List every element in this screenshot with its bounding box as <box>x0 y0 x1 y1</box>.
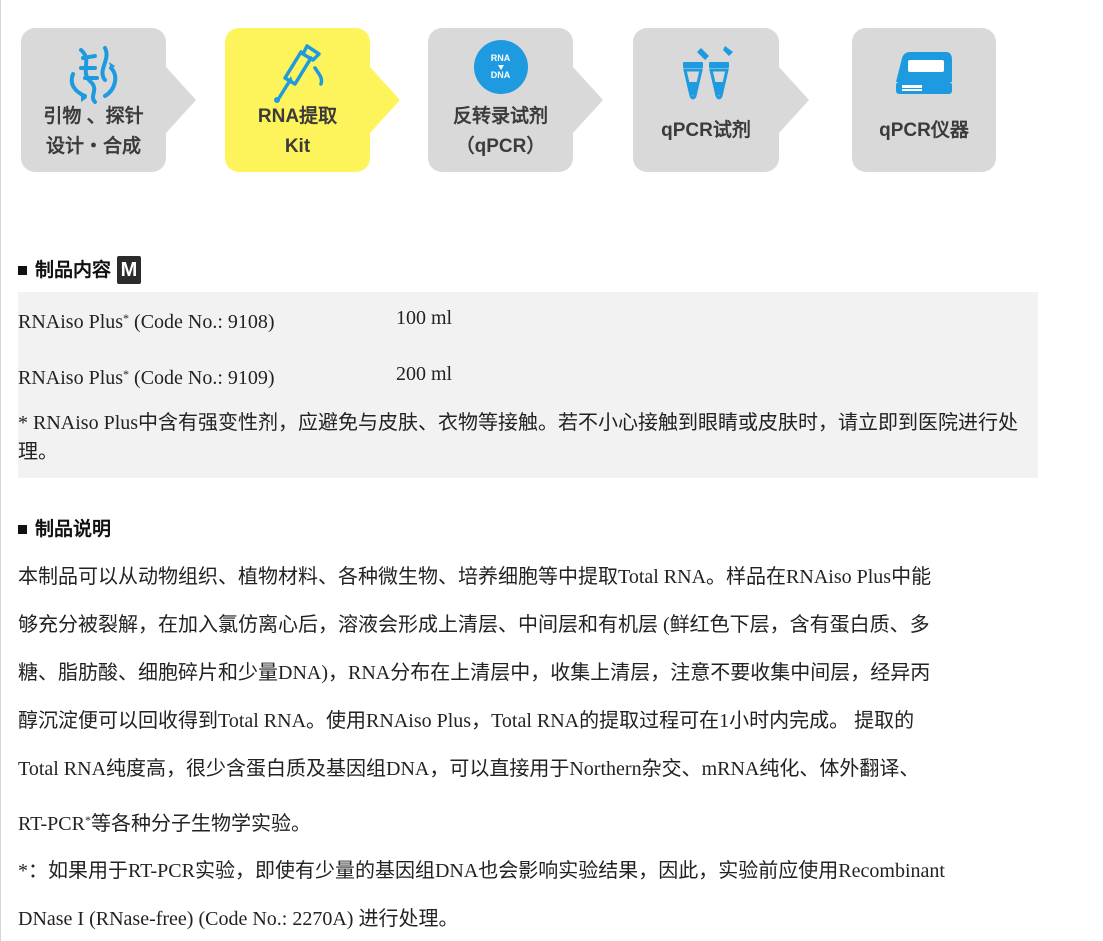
workflow-diagram: 引物 、探针 设计・合成 RNA提取 Kit RNA DNA 反转录试剂 （qP… <box>0 0 1103 200</box>
safety-note: * RNAiso Plus中含有强变性剂，应避免与皮肤、衣物等接触。若不小心接触… <box>18 412 1019 463</box>
description-line: Total RNA纯度高，很少含蛋白质及基因组DNA，可以直接用于Norther… <box>18 758 920 780</box>
step-label-line2: Kit <box>284 136 311 157</box>
workflow-step-qpcr-reagent[interactable]: qPCR试剂 <box>633 28 779 172</box>
arrow-chevron <box>166 67 196 133</box>
m-badge-icon: M <box>117 256 142 284</box>
arrow-chevron <box>573 67 603 133</box>
section-heading-description: 制品说明 <box>18 517 111 541</box>
asterisk-mark: * <box>123 367 130 381</box>
arrow-chevron <box>779 67 809 133</box>
contents-box: RNAiso Plus* (Code No.: 9108) 100 ml RNA… <box>18 292 1038 478</box>
step-label-line2: （qPCR） <box>455 136 546 157</box>
item-code: (Code No.: 9109) <box>134 367 275 389</box>
step-label-line1: RNA提取 <box>257 106 338 127</box>
arrow-chevron-active <box>370 67 400 133</box>
section-heading-contents: 制品内容 M <box>18 256 142 284</box>
item-name: RNAiso Plus <box>18 311 124 333</box>
workflow-step-primer-probe[interactable]: 引物 、探针 设计・合成 <box>21 28 166 172</box>
description-line: 本制品可以从动物组织、植物材料、各种微生物、培养细胞等中提取Total RNA。… <box>18 566 932 588</box>
description-line: RT-PCR*等各种分子生物学实验。 <box>18 811 311 837</box>
section-title: 制品内容 <box>35 259 112 281</box>
step-label-line2: 设计・合成 <box>45 136 141 157</box>
pcr-tubes-icon <box>633 38 779 118</box>
workflow-step-qpcr-instrument[interactable]: qPCR仪器 <box>852 28 996 172</box>
bullet-square-icon <box>18 524 27 534</box>
description-line: 够充分被裂解，在加入氯仿离心后，溶液会形成上清层、中间层和有机层 (鲜红色下层，… <box>18 614 930 636</box>
workflow-step-reverse-transcription[interactable]: RNA DNA 反转录试剂 （qPCR） <box>428 28 573 172</box>
step-label-line1: 引物 、探针 <box>43 106 144 127</box>
rtpcr-text: RT-PCR <box>18 813 85 835</box>
step-label-line1: qPCR仪器 <box>879 120 969 141</box>
item-code: (Code No.: 9108) <box>134 311 275 333</box>
item-volume: 100 ml <box>396 307 453 329</box>
description-line: 糖、脂肪酸、细胞碎片和少量DNA)，RNA分布在上清层中，收集上清层，注意不要收… <box>18 662 931 684</box>
workflow-step-rna-extraction[interactable]: RNA提取 Kit <box>225 28 370 172</box>
footnote-line: *：如果用于RT-PCR实验，即使有少量的基因组DNA也会影响实验结果，因此，实… <box>18 860 945 882</box>
description-line: 醇沉淀便可以回收得到Total RNA。使用RNAiso Plus，Total … <box>18 710 915 732</box>
section-title: 制品说明 <box>35 518 112 540</box>
bullet-square-icon <box>18 265 27 275</box>
icon-text-rna: RNA <box>490 53 511 63</box>
footnote-line: DNase I (RNase-free) (Code No.: 2270A) 进… <box>18 908 459 930</box>
asterisk-mark: * <box>123 311 130 325</box>
item-volume: 200 ml <box>396 363 453 385</box>
description-text: 等各种分子生物学实验。 <box>90 813 311 835</box>
step-label-line1: qPCR试剂 <box>661 120 751 141</box>
pcr-instrument-icon <box>852 38 996 118</box>
step-label-line1: 反转录试剂 <box>452 106 548 127</box>
asterisk-mark: * <box>84 813 91 827</box>
item-name: RNAiso Plus <box>18 367 124 389</box>
icon-text-dna: DNA <box>490 70 511 80</box>
